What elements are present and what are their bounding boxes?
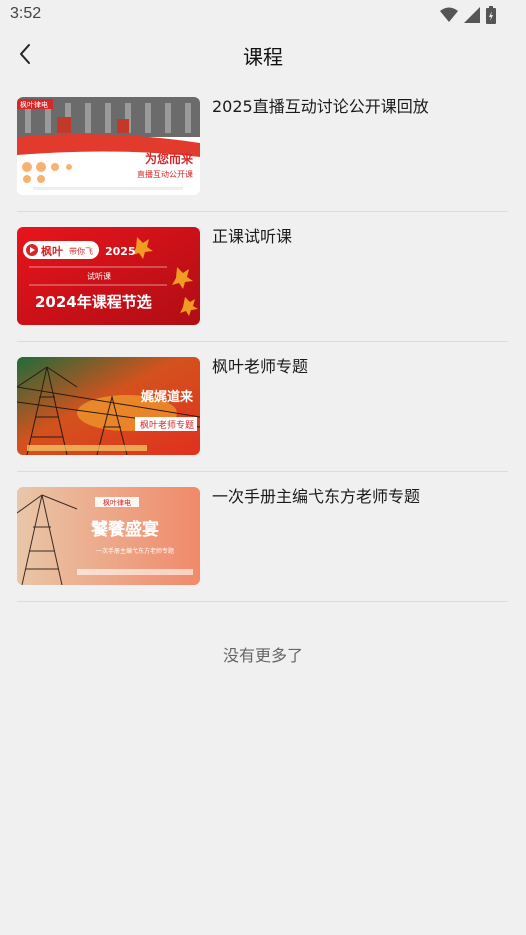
course-thumbnail: 枫叶律电 饕餮盛宴 一次手册主编弋东方老师专题 (17, 487, 200, 585)
battery-icon (486, 6, 496, 24)
thumb-main: 娓娓道来 (140, 389, 194, 405)
status-time: 3:52 (10, 5, 42, 22)
status-bar: 3:52 (0, 0, 526, 30)
thumb-sub: 枫叶老师专题 (140, 419, 194, 431)
thumb-sub: 带你飞 (69, 246, 93, 256)
thumb-logo: 枫叶律电 (20, 100, 48, 109)
thumb-sub: 一次手册主编弋东方老师专题 (96, 547, 174, 555)
thumb-brand: 枫叶 (41, 244, 63, 258)
course-thumbnail: 娓娓道来 枫叶老师专题 (17, 357, 200, 455)
course-title: 2025直播互动讨论公开课回放 (212, 97, 429, 116)
course-thumbnail: 枫叶 带你飞 2025 试听课 2024年课程节选 (17, 227, 200, 325)
thumb-main: 饕餮盛宴 (90, 519, 159, 540)
course-title: 枫叶老师专题 (212, 357, 309, 376)
course-list: 枫叶律电 为您而来 直播互动公开课 2025直播互动讨论公开课回放 枫叶 带你飞… (17, 82, 508, 602)
thumb-logo: 枫叶律电 (103, 498, 131, 507)
thumb-tag: 试听课 (87, 271, 111, 281)
course-title: 一次手册主编弋东方老师专题 (212, 487, 421, 506)
status-icons (440, 6, 496, 24)
thumb-main: 2024年课程节选 (35, 293, 152, 311)
thumb-line1: 为您而来 (145, 151, 194, 166)
course-title: 正课试听课 (212, 227, 293, 246)
no-more-text: 没有更多了 (222, 646, 303, 665)
course-item[interactable]: 枫叶律电 为您而来 直播互动公开课 2025直播互动讨论公开课回放 (17, 82, 508, 212)
header: 课程 (0, 30, 526, 78)
course-thumbnail: 枫叶律电 为您而来 直播互动公开课 (17, 97, 200, 195)
course-item[interactable]: 娓娓道来 枫叶老师专题 枫叶老师专题 (17, 342, 508, 472)
course-item[interactable]: 枫叶律电 饕餮盛宴 一次手册主编弋东方老师专题 一次手册主编弋东方老师专题 (17, 472, 508, 602)
course-item[interactable]: 枫叶 带你飞 2025 试听课 2024年课程节选 正课试听课 (17, 212, 508, 342)
wifi-icon (440, 7, 458, 22)
signal-icon (464, 7, 480, 23)
thumb-year: 2025 (105, 245, 136, 258)
thumb-line2: 直播互动公开课 (137, 169, 193, 179)
page-title: 课程 (243, 45, 283, 69)
